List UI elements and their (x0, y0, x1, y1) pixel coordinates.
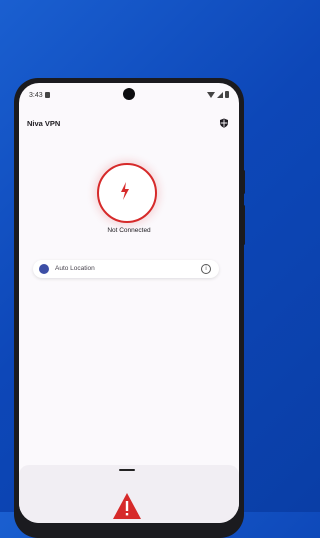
sheet-drag-handle[interactable] (119, 469, 135, 471)
globe-icon (39, 264, 49, 274)
connection-status: Not Connected (107, 227, 151, 234)
battery-icon (225, 91, 229, 98)
bolt-icon (121, 182, 129, 200)
info-icon[interactable]: i (201, 264, 211, 274)
volume-button (242, 170, 245, 194)
power-button (242, 205, 245, 245)
app-title: Niva VPN (27, 119, 61, 128)
app-bar: Niva VPN (19, 115, 239, 135)
front-camera (123, 88, 135, 100)
status-bar: 3:43 (19, 83, 239, 105)
connect-button[interactable] (97, 163, 159, 225)
sim-icon (45, 92, 50, 98)
app-screen: 3:43 Niva VPN Not Connected Auto Locatio… (19, 83, 239, 523)
warning-icon (113, 493, 141, 519)
bottom-sheet[interactable] (19, 465, 239, 523)
location-label: Auto Location (55, 265, 95, 272)
wifi-icon (207, 92, 215, 98)
location-selector[interactable]: Auto Location i (33, 260, 219, 278)
status-time: 3:43 (29, 92, 43, 99)
signal-icon (217, 92, 223, 98)
shield-icon[interactable] (219, 118, 229, 128)
